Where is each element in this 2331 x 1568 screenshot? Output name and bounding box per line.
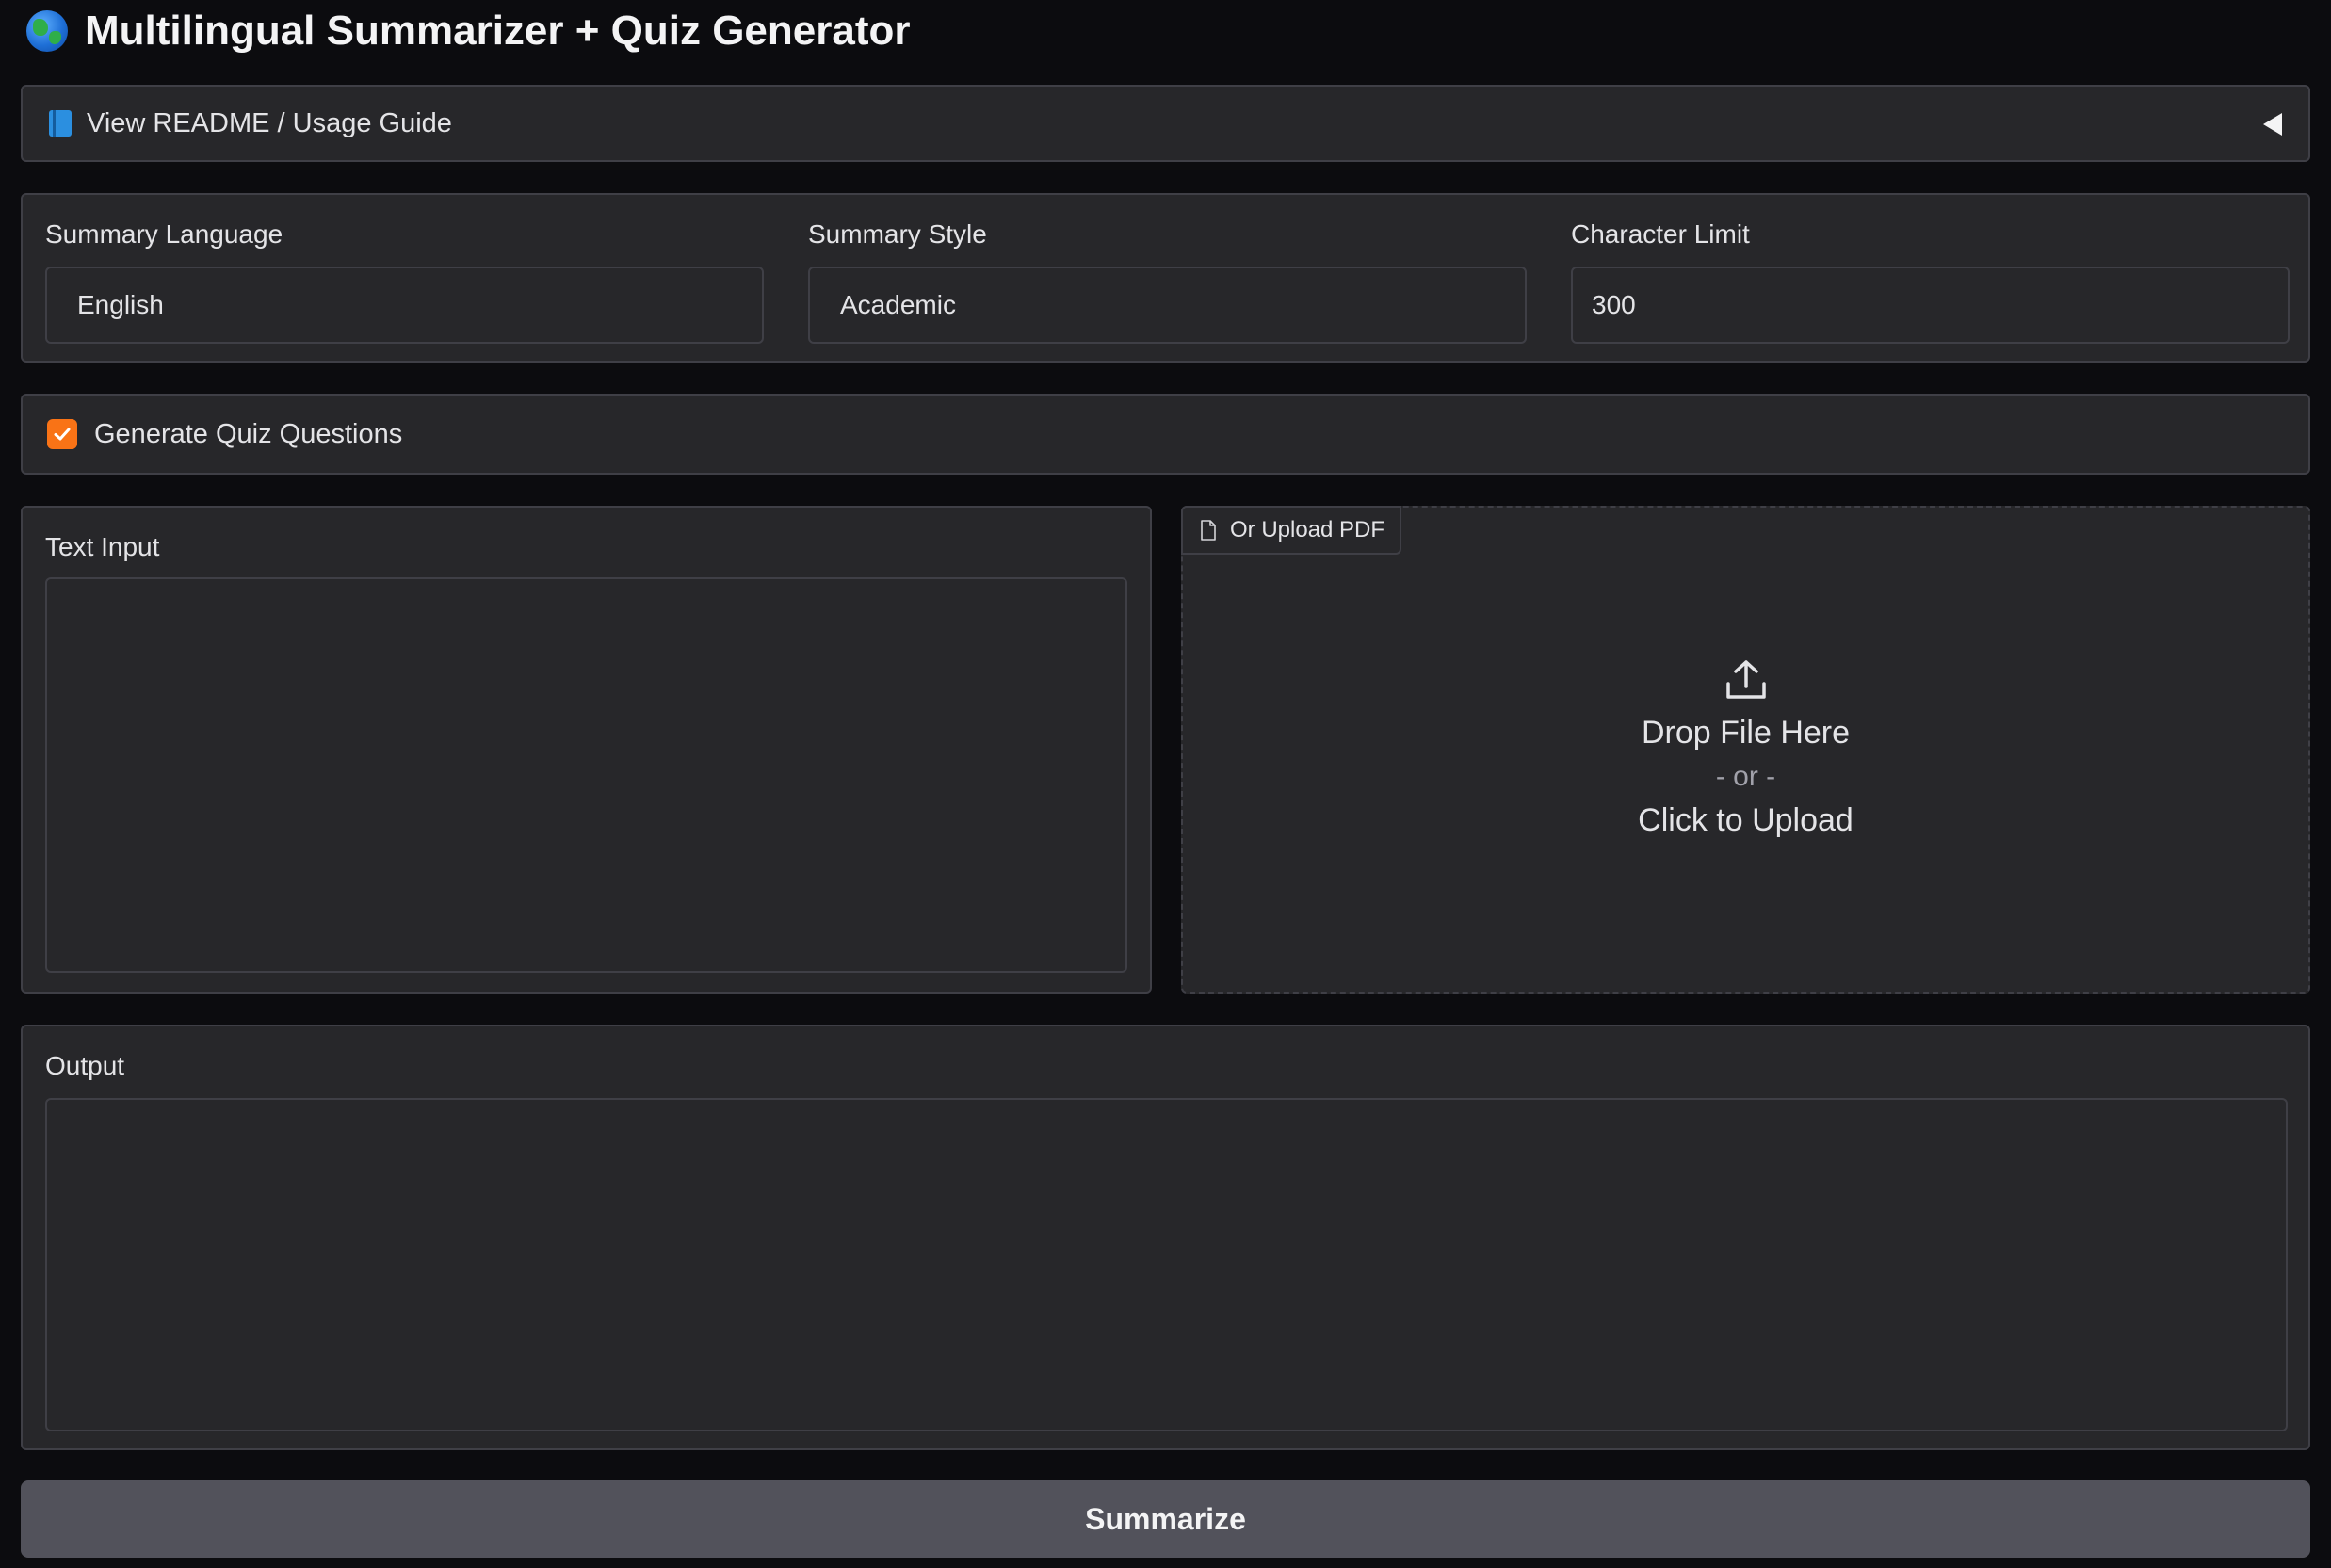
file-icon (1201, 520, 1216, 541)
page-title: Multilingual Summarizer + Quiz Generator (26, 0, 911, 62)
text-input-panel: Text Input (21, 506, 1152, 994)
summary-style-dropdown[interactable]: Academic (808, 267, 1527, 344)
summary-language-label: Summary Language (45, 219, 283, 249)
upload-icon (1725, 660, 1766, 699)
page-title-text: Multilingual Summarizer + Quiz Generator (85, 8, 911, 54)
checkmark-icon (54, 428, 71, 441)
drop-file-text: Drop File Here (1641, 715, 1851, 751)
upload-pdf-tab-label: Or Upload PDF (1230, 517, 1385, 542)
summary-language-value: English (77, 290, 164, 319)
output-panel: Output (21, 1025, 2310, 1450)
character-limit-label: Character Limit (1571, 219, 1750, 249)
summary-language-dropdown[interactable]: English (45, 267, 764, 344)
or-separator: - or - (1715, 761, 1776, 792)
output-field[interactable] (45, 1098, 2288, 1431)
readme-accordion[interactable]: View README / Usage Guide (21, 85, 2310, 162)
click-to-upload-text: Click to Upload (1638, 802, 1853, 838)
globe-icon (26, 10, 68, 52)
generate-quiz-label: Generate Quiz Questions (94, 418, 403, 449)
summarize-button[interactable]: Summarize (21, 1480, 2310, 1558)
quiz-option-row: Generate Quiz Questions (21, 394, 2310, 475)
book-icon (49, 110, 72, 137)
summary-style-label: Summary Style (808, 219, 987, 249)
pdf-upload-dropzone[interactable]: Or Upload PDF Drop File Here - or - Clic… (1181, 506, 2310, 994)
generate-quiz-checkbox[interactable] (47, 419, 77, 449)
upload-pdf-tab: Or Upload PDF (1181, 506, 1402, 555)
character-limit-input[interactable]: 300 (1571, 267, 2290, 344)
upload-prompt: Drop File Here - or - Click to Upload (1183, 658, 2308, 839)
summary-style-value: Academic (840, 290, 956, 319)
settings-panel: Summary Language English Summary Style A… (21, 193, 2310, 363)
collapse-caret-icon[interactable] (2263, 113, 2282, 136)
readme-label: View README / Usage Guide (87, 107, 452, 138)
character-limit-value: 300 (1592, 290, 1636, 319)
text-input-label: Text Input (45, 532, 160, 561)
output-label: Output (45, 1051, 125, 1080)
text-input-field[interactable] (45, 577, 1127, 973)
